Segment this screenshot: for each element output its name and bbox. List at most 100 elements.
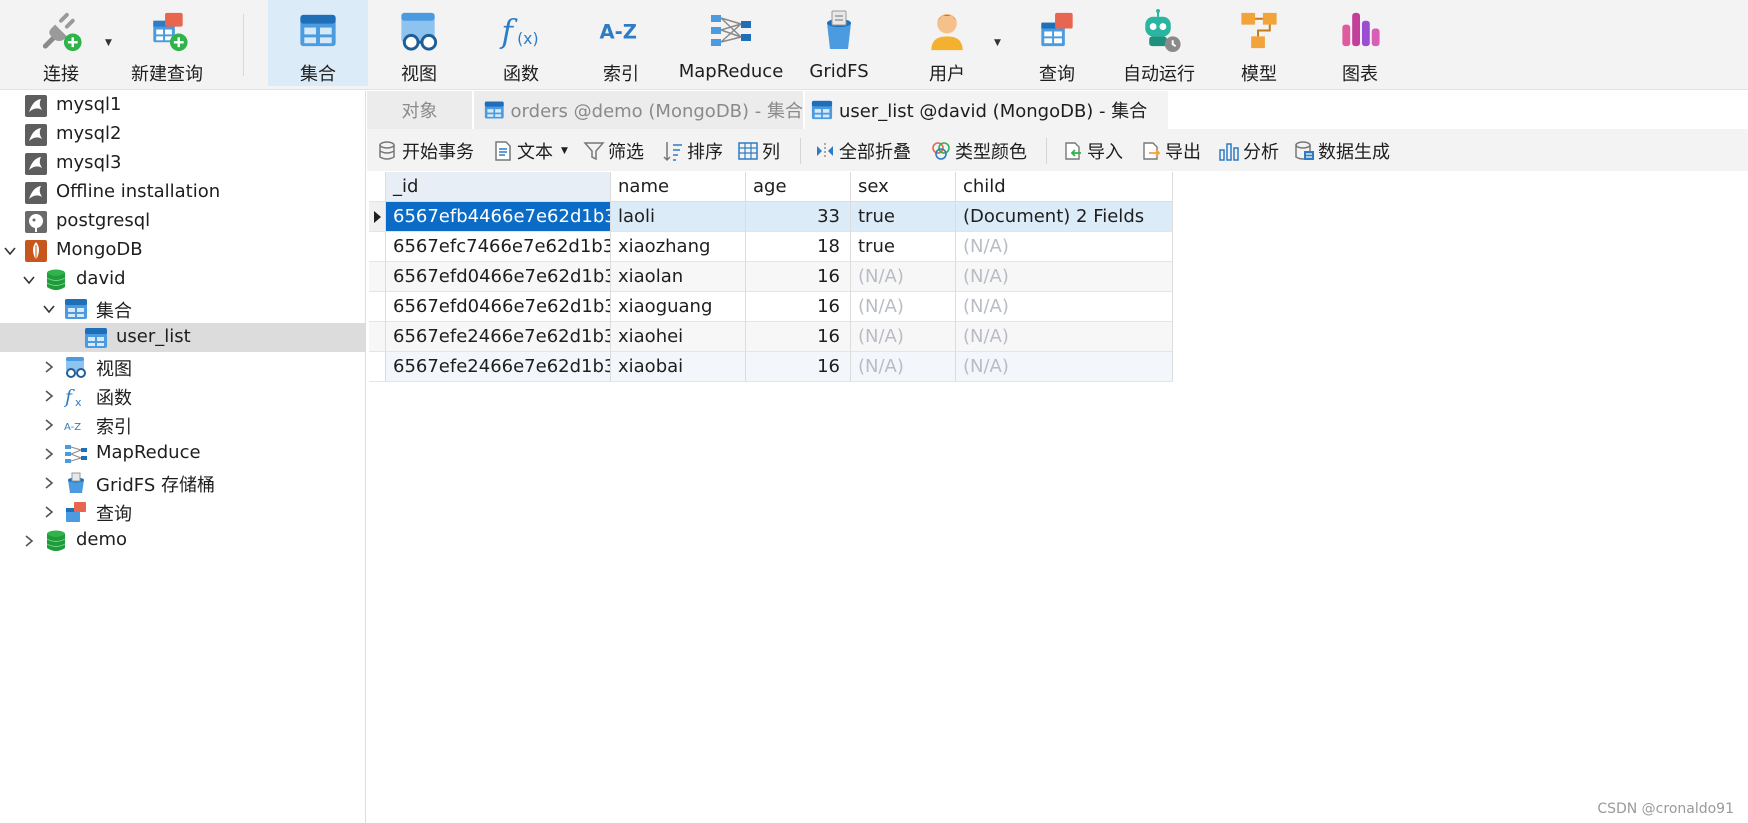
tab-user-list-david[interactable]: user_list @david (MongoDB) - 集合: [805, 91, 1169, 129]
cell-name[interactable]: xiaolan: [611, 262, 746, 292]
table-row[interactable]: 6567efe2466e7e62d1b3 xiaohei 16 (N/A) (N…: [369, 322, 1175, 352]
cell-child[interactable]: (N/A): [956, 262, 1173, 292]
tree-item-database-demo[interactable]: demo: [0, 526, 366, 555]
column-header-name[interactable]: name: [611, 172, 746, 202]
tree-item-mapreduce[interactable]: MapReduce: [0, 439, 366, 468]
tree-item-mysql1[interactable]: mysql1: [0, 91, 366, 120]
cell-age[interactable]: 33: [746, 202, 851, 232]
tree-item-gridfs-buckets[interactable]: GridFS 存储桶: [0, 468, 366, 497]
tree-item-database-david[interactable]: david: [0, 265, 366, 294]
sort-button[interactable]: 排序: [662, 138, 723, 164]
cell-name[interactable]: xiaobai: [611, 352, 746, 382]
row-indicator[interactable]: [369, 202, 386, 232]
export-button[interactable]: 导出: [1140, 138, 1201, 164]
new-query-button[interactable]: 新建查询: [125, 0, 209, 86]
row-indicator[interactable]: [369, 352, 386, 382]
tree-item-collection-user-list[interactable]: user_list: [0, 323, 366, 352]
chevron-right-icon[interactable]: [42, 505, 56, 519]
cell-id[interactable]: 6567efe2466e7e62d1b3: [386, 352, 611, 382]
table-row[interactable]: 6567efb4466e7e62d1b3 laoli 33 true (Docu…: [369, 202, 1175, 232]
column-header-age[interactable]: age: [746, 172, 851, 202]
cell-sex[interactable]: (N/A): [851, 292, 956, 322]
mapreduce-button[interactable]: MapReduce: [676, 0, 786, 86]
cell-id[interactable]: 6567efb4466e7e62d1b3: [386, 202, 611, 232]
text-dropdown-icon[interactable]: ▼: [561, 146, 568, 156]
cell-sex[interactable]: true: [851, 232, 956, 262]
tree-item-mysql2[interactable]: mysql2: [0, 120, 366, 149]
cell-child[interactable]: (N/A): [956, 232, 1173, 262]
cell-age[interactable]: 16: [746, 322, 851, 352]
connection-dropdown-icon[interactable]: ▼: [105, 38, 112, 48]
tree-item-mongodb[interactable]: MongoDB: [0, 236, 366, 265]
cell-age[interactable]: 16: [746, 292, 851, 322]
collapse-all-button[interactable]: 全部折叠: [814, 138, 911, 164]
cell-child[interactable]: (N/A): [956, 322, 1173, 352]
cell-age[interactable]: 16: [746, 352, 851, 382]
table-row[interactable]: 6567efe2466e7e62d1b3 xiaobai 16 (N/A) (N…: [369, 352, 1175, 382]
column-header-sex[interactable]: sex: [851, 172, 956, 202]
cell-age[interactable]: 18: [746, 232, 851, 262]
row-indicator[interactable]: [369, 262, 386, 292]
cell-id[interactable]: 6567efd0466e7e62d1b3: [386, 262, 611, 292]
model-button[interactable]: 模型: [1218, 0, 1300, 86]
chart-button[interactable]: 图表: [1318, 0, 1402, 86]
cell-child[interactable]: (N/A): [956, 352, 1173, 382]
column-header-id[interactable]: _id: [386, 172, 611, 202]
type-color-button[interactable]: 类型颜色: [930, 138, 1027, 164]
cell-child[interactable]: (N/A): [956, 292, 1173, 322]
data-generation-button[interactable]: 数据生成: [1293, 138, 1390, 164]
chevron-right-icon[interactable]: [42, 476, 56, 490]
function-button[interactable]: f (x) 函数: [474, 0, 568, 86]
chevron-right-icon[interactable]: [42, 418, 56, 432]
tree-item-views[interactable]: 视图: [0, 352, 366, 381]
row-indicator[interactable]: [369, 292, 386, 322]
tab-orders-demo[interactable]: orders @demo (MongoDB) - 集合: [474, 91, 804, 129]
import-button[interactable]: 导入: [1062, 138, 1123, 164]
cell-sex[interactable]: (N/A): [851, 352, 956, 382]
cell-id[interactable]: 6567efd0466e7e62d1b3: [386, 292, 611, 322]
index-button[interactable]: A-Z 索引: [576, 0, 666, 86]
begin-transaction-button[interactable]: 开始事务: [377, 138, 474, 164]
cell-sex[interactable]: (N/A): [851, 322, 956, 352]
cell-name[interactable]: xiaozhang: [611, 232, 746, 262]
tree-item-functions[interactable]: f x 函数: [0, 381, 366, 410]
cell-child[interactable]: (Document) 2 Fields: [956, 202, 1173, 232]
user-button[interactable]: 用户: [906, 0, 988, 86]
chevron-right-icon[interactable]: [22, 534, 36, 548]
tree-item-collections[interactable]: 集合: [0, 294, 366, 323]
filter-button[interactable]: 筛选: [583, 138, 644, 164]
tree-item-offline-installation[interactable]: Offline installation: [0, 178, 366, 207]
gridfs-button[interactable]: GridFS: [796, 0, 882, 86]
tree-item-indexes[interactable]: A-Z 索引: [0, 410, 366, 439]
row-indicator[interactable]: [369, 232, 386, 262]
text-view-button[interactable]: 文本 ▼: [492, 138, 568, 164]
cell-id[interactable]: 6567efc7466e7e62d1b3: [386, 232, 611, 262]
cell-age[interactable]: 16: [746, 262, 851, 292]
cell-sex[interactable]: true: [851, 202, 956, 232]
automation-button[interactable]: 自动运行: [1114, 0, 1204, 86]
cell-id[interactable]: 6567efe2466e7e62d1b3: [386, 322, 611, 352]
chevron-down-icon[interactable]: [22, 273, 36, 287]
table-row[interactable]: 6567efc7466e7e62d1b3 xiaozhang 18 true (…: [369, 232, 1175, 262]
chevron-right-icon[interactable]: [42, 389, 56, 403]
chevron-down-icon[interactable]: [3, 244, 17, 258]
chevron-right-icon[interactable]: [42, 447, 56, 461]
collection-button[interactable]: 集合: [268, 0, 368, 86]
analyze-button[interactable]: 分析: [1218, 138, 1279, 164]
query-button[interactable]: 查询: [1014, 0, 1100, 86]
columns-button[interactable]: 列: [737, 138, 780, 164]
tree-item-mysql3[interactable]: mysql3: [0, 149, 366, 178]
table-row[interactable]: 6567efd0466e7e62d1b3 xiaoguang 16 (N/A) …: [369, 292, 1175, 322]
user-dropdown-icon[interactable]: ▼: [994, 38, 1001, 48]
row-indicator[interactable]: [369, 322, 386, 352]
cell-name[interactable]: laoli: [611, 202, 746, 232]
tree-item-postgresql[interactable]: postgresql: [0, 207, 366, 236]
cell-name[interactable]: xiaohei: [611, 322, 746, 352]
cell-name[interactable]: xiaoguang: [611, 292, 746, 322]
tab-objects[interactable]: 对象: [367, 91, 473, 129]
view-button[interactable]: 视图: [372, 0, 466, 86]
connection-button[interactable]: 连接: [22, 0, 100, 86]
tree-item-queries[interactable]: 查询: [0, 497, 366, 526]
cell-sex[interactable]: (N/A): [851, 262, 956, 292]
column-header-child[interactable]: child: [956, 172, 1173, 202]
